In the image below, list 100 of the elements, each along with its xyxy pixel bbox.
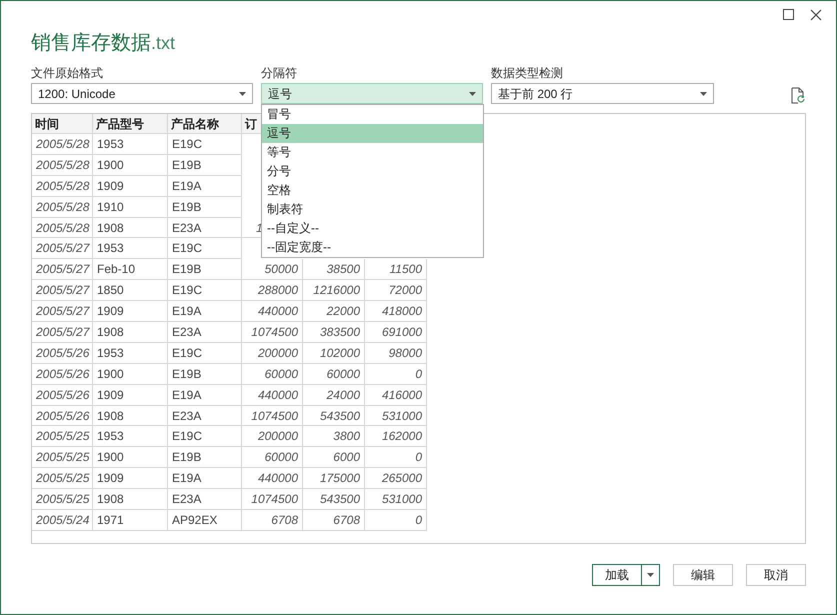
table-cell: 1074500 [242, 489, 303, 510]
dropdown[interactable]: 逗号 [261, 83, 483, 104]
window-title: 销售库存数据.txt [31, 32, 176, 54]
table-cell: 1953 [93, 134, 168, 155]
table-cell: 1910 [93, 196, 168, 218]
table-cell: 3800 [303, 426, 365, 448]
table-cell: 288000 [242, 280, 303, 302]
table-cell: 200000 [242, 342, 303, 364]
table-cell: 22000 [303, 301, 365, 322]
column-header: 时间 [32, 114, 93, 134]
table-cell: 1900 [93, 364, 168, 385]
dialog-button[interactable]: 取消 [746, 564, 806, 586]
table-cell: 0 [365, 447, 427, 468]
caret-icon [469, 92, 476, 96]
column-header: 产品型号 [93, 114, 168, 134]
table-cell: 531000 [365, 406, 427, 426]
table-cell: 72000 [365, 280, 427, 302]
close-icon[interactable] [810, 9, 822, 21]
table-cell: 1900 [93, 447, 168, 468]
table-cell: 6708 [303, 510, 365, 531]
table-cell: E19C [168, 238, 242, 260]
table-cell: 2005/5/25 [32, 426, 93, 448]
table-cell: 543500 [303, 489, 365, 510]
table-cell: E23A [168, 406, 242, 426]
dropdown[interactable]: 基于前 200 行 [491, 83, 714, 104]
table-cell: 691000 [365, 322, 427, 343]
table-cell: 162000 [365, 426, 427, 448]
table-cell: 1908 [93, 406, 168, 426]
table-cell: 440000 [242, 468, 303, 490]
table-cell: 60000 [242, 447, 303, 468]
table-cell: E19B [168, 154, 242, 176]
table-cell: 440000 [242, 384, 303, 406]
load-split-button[interactable]: 加载 [592, 564, 660, 586]
table-cell: 2005/5/25 [32, 468, 93, 490]
table-cell: E19B [168, 364, 242, 385]
table-cell: E19C [168, 134, 242, 155]
table-cell: E19C [168, 342, 242, 364]
table-cell: 0 [365, 364, 427, 385]
table-cell: 1953 [93, 426, 168, 448]
table-cell: 2005/5/26 [32, 364, 93, 385]
table-cell: E19A [168, 468, 242, 490]
table-cell: 1909 [93, 468, 168, 490]
field-label: 分隔符 [261, 66, 298, 80]
table-cell: 2005/5/24 [32, 510, 93, 531]
table-cell: 1850 [93, 280, 168, 302]
menu-item[interactable]: 逗号 [262, 124, 483, 143]
table-cell: E19B [168, 447, 242, 468]
table-cell: E23A [168, 322, 242, 343]
table-cell: 2005/5/28 [32, 176, 93, 197]
table-cell: 98000 [365, 342, 427, 364]
table-cell: Feb-10 [93, 259, 168, 280]
table-cell: 2005/5/27 [32, 301, 93, 322]
table-cell: 418000 [365, 301, 427, 322]
table-cell: E19B [168, 259, 242, 280]
table-cell: 0 [365, 510, 427, 531]
table-cell: 1971 [93, 510, 168, 531]
caret-icon [647, 573, 654, 577]
table-cell: 6708 [242, 510, 303, 531]
table-cell: 2005/5/28 [32, 218, 93, 238]
table-cell: 440000 [242, 301, 303, 322]
dropdown[interactable]: 1200: Unicode [31, 83, 253, 104]
table-cell: 50000 [242, 259, 303, 280]
table-cell: 2005/5/26 [32, 342, 93, 364]
table-cell: 2005/5/27 [32, 238, 93, 260]
table-cell: 60000 [303, 364, 365, 385]
table-cell: 2005/5/28 [32, 196, 93, 218]
table-cell: E19A [168, 176, 242, 197]
table-cell: AP92EX [168, 510, 242, 531]
table-cell: 175000 [303, 468, 365, 490]
table-cell: 2005/5/27 [32, 322, 93, 343]
table-cell: 2005/5/26 [32, 384, 93, 406]
table-cell: 1908 [93, 322, 168, 343]
table-cell: 1216000 [303, 280, 365, 302]
table-cell: 2005/5/26 [32, 406, 93, 426]
dialog-button[interactable]: 编辑 [673, 564, 733, 586]
table-cell: 2005/5/28 [32, 154, 93, 176]
table-cell: 416000 [365, 384, 427, 406]
table-cell: 24000 [303, 384, 365, 406]
table-cell: 1074500 [242, 322, 303, 343]
table-cell: 2005/5/25 [32, 447, 93, 468]
table-cell: 200000 [242, 426, 303, 448]
table-cell: 1909 [93, 384, 168, 406]
table-cell: E19C [168, 280, 242, 302]
table-cell: E19A [168, 301, 242, 322]
caret-icon [239, 92, 246, 96]
table-cell: 1900 [93, 154, 168, 176]
table-cell: E23A [168, 218, 242, 238]
table-cell: 543500 [303, 406, 365, 426]
table-cell: 1074500 [242, 406, 303, 426]
table-cell: 11500 [365, 259, 427, 280]
field-label: 数据类型检测 [491, 66, 564, 80]
table-cell: 1908 [93, 218, 168, 238]
table-cell: 1953 [93, 342, 168, 364]
table-cell: 1909 [93, 176, 168, 197]
table-cell: E19B [168, 196, 242, 218]
table-cell: 531000 [365, 489, 427, 510]
table-cell: E23A [168, 489, 242, 510]
refresh-file-icon[interactable] [791, 87, 805, 104]
table-cell: 2005/5/27 [32, 280, 93, 302]
maximize-icon[interactable] [783, 9, 794, 20]
